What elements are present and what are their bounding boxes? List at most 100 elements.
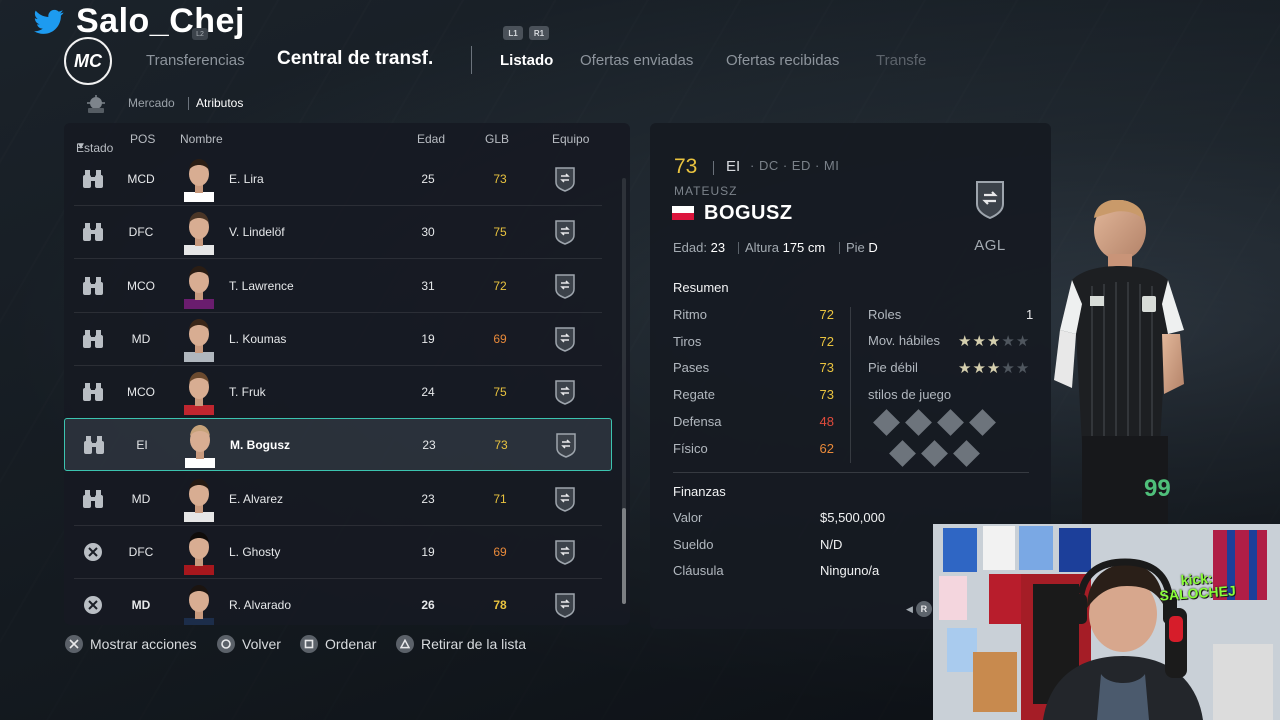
header-glb[interactable]: GLB (485, 132, 509, 146)
finance-divider (673, 472, 1029, 473)
club-crest-icon (976, 181, 1004, 219)
playstyle-slot-icon (953, 440, 980, 467)
player-face-avatar (180, 316, 218, 362)
kick-overlay-text: kick: SALOCHEJ (1159, 569, 1237, 604)
subtab-atributos[interactable]: Atributos (196, 96, 243, 110)
player-model-image: 99 (1054, 200, 1184, 526)
kit-number: 99 (1144, 475, 1171, 502)
row-player-name: M. Bogusz (230, 438, 290, 452)
table-row[interactable]: DFC L. Ghosty 19 69 (74, 526, 602, 579)
table-row[interactable]: MD L. Koumas 19 69 (74, 313, 602, 366)
player-overall: 73 (674, 155, 698, 178)
height-info: Altura 175 cm (745, 240, 826, 255)
row-player-name: L. Ghosty (229, 545, 281, 559)
row-overall: 75 (493, 225, 507, 239)
row-position: MCO (127, 385, 155, 399)
row-age: 31 (421, 279, 435, 293)
back-hint[interactable]: Volver (217, 635, 281, 653)
r-stick-icon: R (915, 601, 932, 617)
triangle-button-icon (396, 635, 414, 653)
row-age: 19 (421, 545, 435, 559)
scouting-binoculars-icon (80, 169, 106, 189)
show-actions-hint[interactable]: Mostrar acciones (65, 635, 197, 653)
circle-button-icon (217, 635, 235, 653)
finance-title: Finanzas (673, 484, 726, 499)
wage-label: Sueldo (673, 537, 714, 552)
scouting-binoculars-icon (80, 489, 106, 509)
cross-button-icon (65, 635, 83, 653)
nav-transfers[interactable]: Transferencias (146, 52, 245, 69)
stat-label: Físico (673, 440, 708, 456)
header-nombre[interactable]: Nombre (180, 132, 223, 146)
row-position: EI (136, 438, 148, 452)
table-row[interactable]: MCO T. Lawrence 31 72 (74, 260, 602, 313)
subtab-mercado[interactable]: Mercado (128, 96, 175, 110)
row-position: DFC (128, 225, 154, 239)
removed-status-icon (80, 595, 106, 615)
l1-button-hint[interactable]: L1 (503, 26, 523, 40)
scrollbar-thumb[interactable] (622, 508, 626, 604)
list-scrollbar[interactable] (622, 178, 626, 604)
row-player-name: E. Alvarez (229, 492, 284, 506)
skill-moves-stars: ★★★★★ (958, 332, 1030, 350)
row-overall: 75 (493, 385, 507, 399)
row-position: MCO (127, 279, 155, 293)
table-row[interactable]: MCO T. Fruk 24 75 (74, 366, 602, 419)
player-face-avatar (180, 582, 218, 625)
table-header: Estado ▼ POS Nombre Edad GLB Equipo (76, 132, 590, 155)
remove-from-list-hint[interactable]: Retirar de la lista (396, 635, 526, 653)
stats-divider (850, 307, 851, 463)
table-row[interactable]: DFC V. Lindelöf 30 75 (74, 206, 602, 259)
club-crest-icon (554, 326, 576, 352)
sort-hint[interactable]: Ordenar (300, 635, 376, 653)
header-edad[interactable]: Edad (417, 132, 445, 146)
info-divider (738, 242, 739, 254)
roles-label: Roles (868, 307, 902, 322)
row-position: DFC (128, 545, 154, 559)
value-label: Valor (673, 510, 703, 525)
row-age: 26 (421, 598, 435, 612)
row-overall: 71 (493, 492, 507, 506)
row-player-name: R. Alvarado (229, 598, 292, 612)
wage-amount: N/D (820, 537, 843, 552)
r-stick-hint[interactable]: ◀ R (906, 601, 932, 617)
row-overall: 72 (493, 279, 507, 293)
age-info: Edad: 23 (673, 240, 726, 255)
playstyle-slot-icon (969, 409, 996, 436)
stat-label: Regate (673, 387, 715, 403)
tab-transferencias[interactable]: Transfe (876, 52, 926, 69)
club-crest-icon (554, 592, 576, 618)
row-overall: 69 (493, 545, 507, 559)
player-face-avatar (180, 156, 218, 202)
twitter-bird-icon (34, 9, 64, 34)
star-filled-icon: ★ (986, 360, 1002, 377)
l3-stick-icon[interactable] (84, 94, 108, 114)
r1-button-hint[interactable]: R1 (529, 26, 549, 40)
scouting-binoculars-icon (80, 276, 106, 296)
row-overall: 69 (493, 332, 507, 346)
table-row[interactable]: EI M. Bogusz 23 73 (64, 418, 612, 471)
star-filled-icon: ★ (986, 333, 1002, 350)
tab-listado[interactable]: Listado (500, 52, 553, 69)
poland-flag-icon (672, 206, 694, 220)
table-row[interactable]: MCD E. Lira 25 73 (74, 153, 602, 206)
player-face-avatar (181, 422, 219, 468)
club-crest-icon (554, 379, 576, 405)
tab-ofertas-recibidas[interactable]: Ofertas recibidas (726, 52, 839, 69)
clause-amount: Ninguno/a (820, 563, 880, 578)
row-age: 23 (422, 438, 436, 452)
row-position: MD (131, 332, 151, 346)
table-row[interactable]: MD E. Alvarez 23 71 (74, 473, 602, 526)
streamer-name: Salo_Chej (76, 2, 245, 40)
table-row[interactable]: MD R. Alvarado 26 78 (74, 579, 602, 625)
career-mode-logo: MC (64, 37, 112, 85)
tab-ofertas-enviadas[interactable]: Ofertas enviadas (580, 52, 693, 69)
header-pos[interactable]: POS (130, 132, 155, 146)
player-position: EI (726, 158, 741, 175)
roles-value: 1 (1026, 307, 1034, 322)
row-position: MD (131, 492, 151, 506)
header-equipo[interactable]: Equipo (552, 132, 589, 146)
detail-divider (713, 161, 714, 175)
club-crest-icon (554, 273, 576, 299)
player-face-avatar (180, 476, 218, 522)
